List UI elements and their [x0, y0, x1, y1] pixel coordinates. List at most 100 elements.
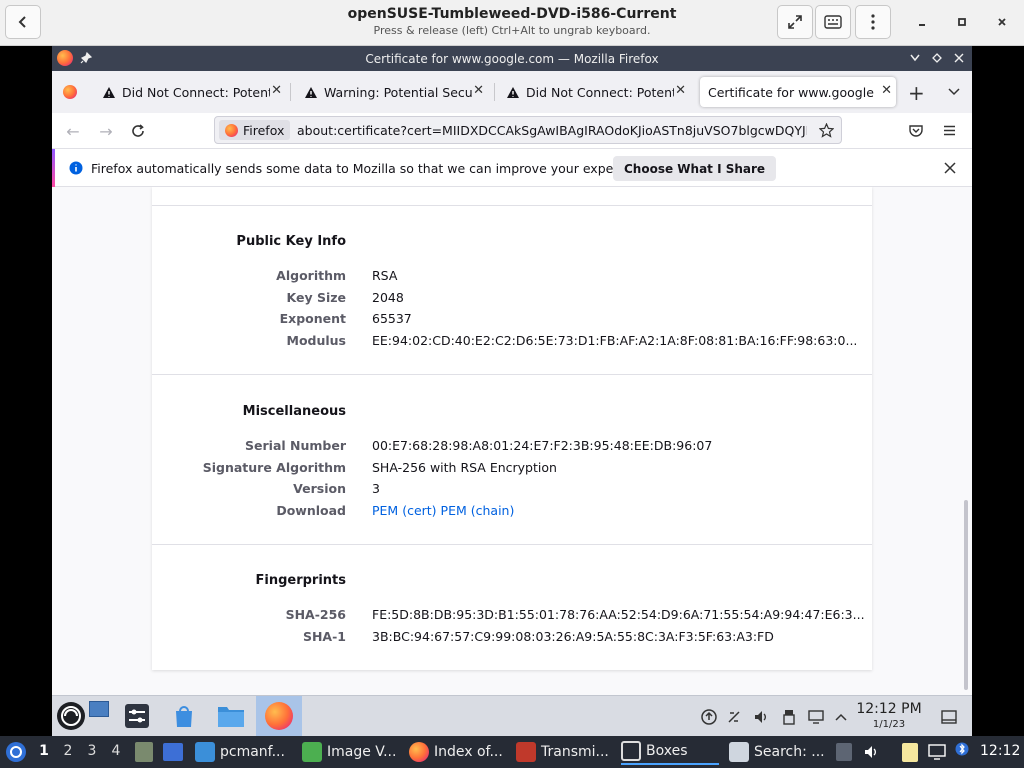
firefox-identity-icon	[225, 123, 238, 137]
notification-text: Firefox automatically sends some data to…	[91, 161, 657, 176]
host-network-icon[interactable]	[928, 744, 946, 760]
workspace-4[interactable]: 4	[105, 743, 127, 763]
tab-close-icon[interactable]: ✕	[675, 83, 686, 98]
network-tray-icon[interactable]	[725, 708, 743, 726]
tab-warning-security[interactable]: Warning: Potential Security ✕	[302, 77, 488, 107]
task-search[interactable]: Search: ...	[729, 739, 827, 765]
task-label: Image V...	[327, 744, 397, 760]
host-tray-icon[interactable]	[836, 743, 852, 761]
task-image-viewer[interactable]: Image V...	[302, 739, 400, 765]
bookmark-star-icon[interactable]	[819, 123, 834, 138]
url-bar[interactable]: Firefox about:certificate?cert=MIIDXDCCA…	[214, 116, 842, 144]
page-scrollbar-thumb[interactable]	[964, 500, 968, 690]
tab-label: Did Not Connect: Potential	[526, 84, 674, 100]
pocket-icon[interactable]	[909, 124, 923, 137]
workspace-3[interactable]: 3	[81, 743, 103, 763]
host-launcher-icon-1[interactable]	[135, 742, 153, 762]
row-label: SHA-1	[302, 629, 346, 644]
vm-subtitle: Press & release (left) Ctrl+Alt to ungra…	[373, 24, 651, 37]
host-menu-icon[interactable]	[5, 741, 27, 763]
task-pcmanfm[interactable]: pcmanf...	[195, 739, 293, 765]
choose-what-i-share-button[interactable]: Choose What I Share	[613, 156, 777, 181]
updates-tray-icon[interactable]	[700, 708, 718, 726]
hamburger-menu-icon[interactable]	[943, 125, 956, 136]
identity-box[interactable]: Firefox	[219, 120, 291, 140]
section-divider	[152, 205, 872, 206]
download-links: PEM (cert) PEM (chain)	[372, 503, 514, 518]
pem-cert-link[interactable]: PEM (cert)	[372, 503, 437, 518]
tab-certificate-active[interactable]: Certificate for www.google.com ✕	[700, 77, 896, 107]
close-button[interactable]	[984, 5, 1020, 39]
volume-tray-icon[interactable]	[752, 708, 770, 726]
host-clipboard-icon[interactable]	[902, 743, 918, 762]
diamond-maximize-icon[interactable]	[932, 53, 942, 63]
firefox-view-icon[interactable]	[63, 85, 77, 99]
system-settings-icon[interactable]	[120, 699, 154, 733]
show-desktop-icon[interactable]	[87, 697, 111, 721]
boxes-icon	[621, 741, 641, 761]
forward-nav-icon[interactable]: →	[95, 120, 117, 142]
transmission-icon	[516, 742, 536, 762]
task-label: Transmi...	[541, 744, 609, 760]
row-value: 3B:BC:94:67:57:C9:99:08:03:26:A9:5A:55:8…	[372, 629, 774, 644]
chevron-down-icon[interactable]	[910, 54, 920, 62]
minimize-button[interactable]	[904, 5, 940, 39]
keyboard-button[interactable]	[815, 5, 851, 39]
pem-chain-link[interactable]: PEM (chain)	[441, 503, 515, 518]
row-label: Version	[293, 481, 346, 496]
navigation-toolbar: ← → Firefox about:certificate?cert=MIIDX…	[52, 113, 972, 149]
list-all-tabs-chevron-icon[interactable]	[948, 88, 960, 96]
menu-button[interactable]	[855, 5, 891, 39]
window-close-icon[interactable]	[954, 53, 964, 63]
software-store-icon[interactable]	[167, 699, 201, 733]
tray-expand-chevron-icon[interactable]	[832, 708, 850, 726]
tab-did-not-connect-2[interactable]: Did Not Connect: Potential ✕	[504, 77, 690, 107]
folder-icon	[195, 742, 215, 762]
display-tray-icon[interactable]	[807, 708, 825, 726]
host-bluetooth-icon[interactable]	[955, 742, 969, 756]
tab-close-icon[interactable]: ✕	[881, 83, 892, 98]
workspace-1[interactable]: 1	[33, 743, 55, 763]
reload-icon[interactable]	[127, 120, 149, 142]
firefox-logo-icon	[57, 50, 73, 66]
row-label: Algorithm	[276, 268, 346, 283]
tab-separator	[494, 83, 495, 101]
row-value: 00:E7:68:28:98:A8:01:24:E7:F2:3B:95:48:E…	[372, 438, 713, 453]
host-volume-icon[interactable]	[863, 744, 879, 760]
back-nav-icon[interactable]: ←	[62, 120, 84, 142]
kebab-menu-icon	[871, 14, 875, 30]
notification-accent	[52, 149, 55, 187]
certificate-card: Public Key Info Algorithm RSA Key Size 2…	[152, 187, 872, 670]
file-manager-icon[interactable]	[214, 699, 248, 733]
tab-did-not-connect-1[interactable]: Did Not Connect: Potential ✕	[100, 77, 286, 107]
host-launcher-icon-2[interactable]	[163, 743, 183, 761]
row-label: Key Size	[286, 290, 347, 305]
page-content: Public Key Info Algorithm RSA Key Size 2…	[52, 187, 972, 695]
task-boxes[interactable]: Boxes	[621, 739, 719, 765]
tab-close-icon[interactable]: ✕	[473, 83, 484, 98]
task-label: pcmanf...	[220, 744, 285, 760]
task-index-of[interactable]: Index of...	[409, 739, 507, 765]
guest-clock-date[interactable]: 1/1/23	[856, 719, 922, 730]
workspace-2[interactable]: 2	[57, 743, 79, 763]
url-text[interactable]: about:certificate?cert=MIIDXDCCAkSgAwIBA…	[297, 123, 807, 138]
application-launcher-icon[interactable]	[54, 699, 88, 733]
section-title-fingerprints: Fingerprints	[255, 573, 346, 588]
host-clock[interactable]: 12:12	[980, 743, 1020, 759]
removable-device-tray-icon[interactable]	[780, 708, 798, 726]
guest-clock-time[interactable]: 12:12 PM	[856, 701, 922, 717]
maximize-button[interactable]	[944, 5, 980, 39]
new-tab-plus-icon[interactable]: +	[908, 81, 925, 105]
warning-icon	[507, 86, 519, 98]
firefox-titlebar: Certificate for www.google.com — Mozilla…	[52, 46, 972, 71]
taskbar-firefox-active[interactable]	[256, 696, 302, 736]
search-app-icon	[729, 742, 749, 762]
back-button[interactable]	[5, 5, 41, 39]
tab-close-icon[interactable]: ✕	[271, 83, 282, 98]
notification-close-icon[interactable]	[944, 162, 956, 174]
peek-desktop-icon[interactable]	[940, 708, 958, 726]
guest-screen: Certificate for www.google.com — Mozilla…	[52, 46, 972, 736]
pin-icon[interactable]	[80, 52, 92, 64]
fullscreen-button[interactable]	[777, 5, 813, 39]
task-transmission[interactable]: Transmi...	[516, 739, 614, 765]
